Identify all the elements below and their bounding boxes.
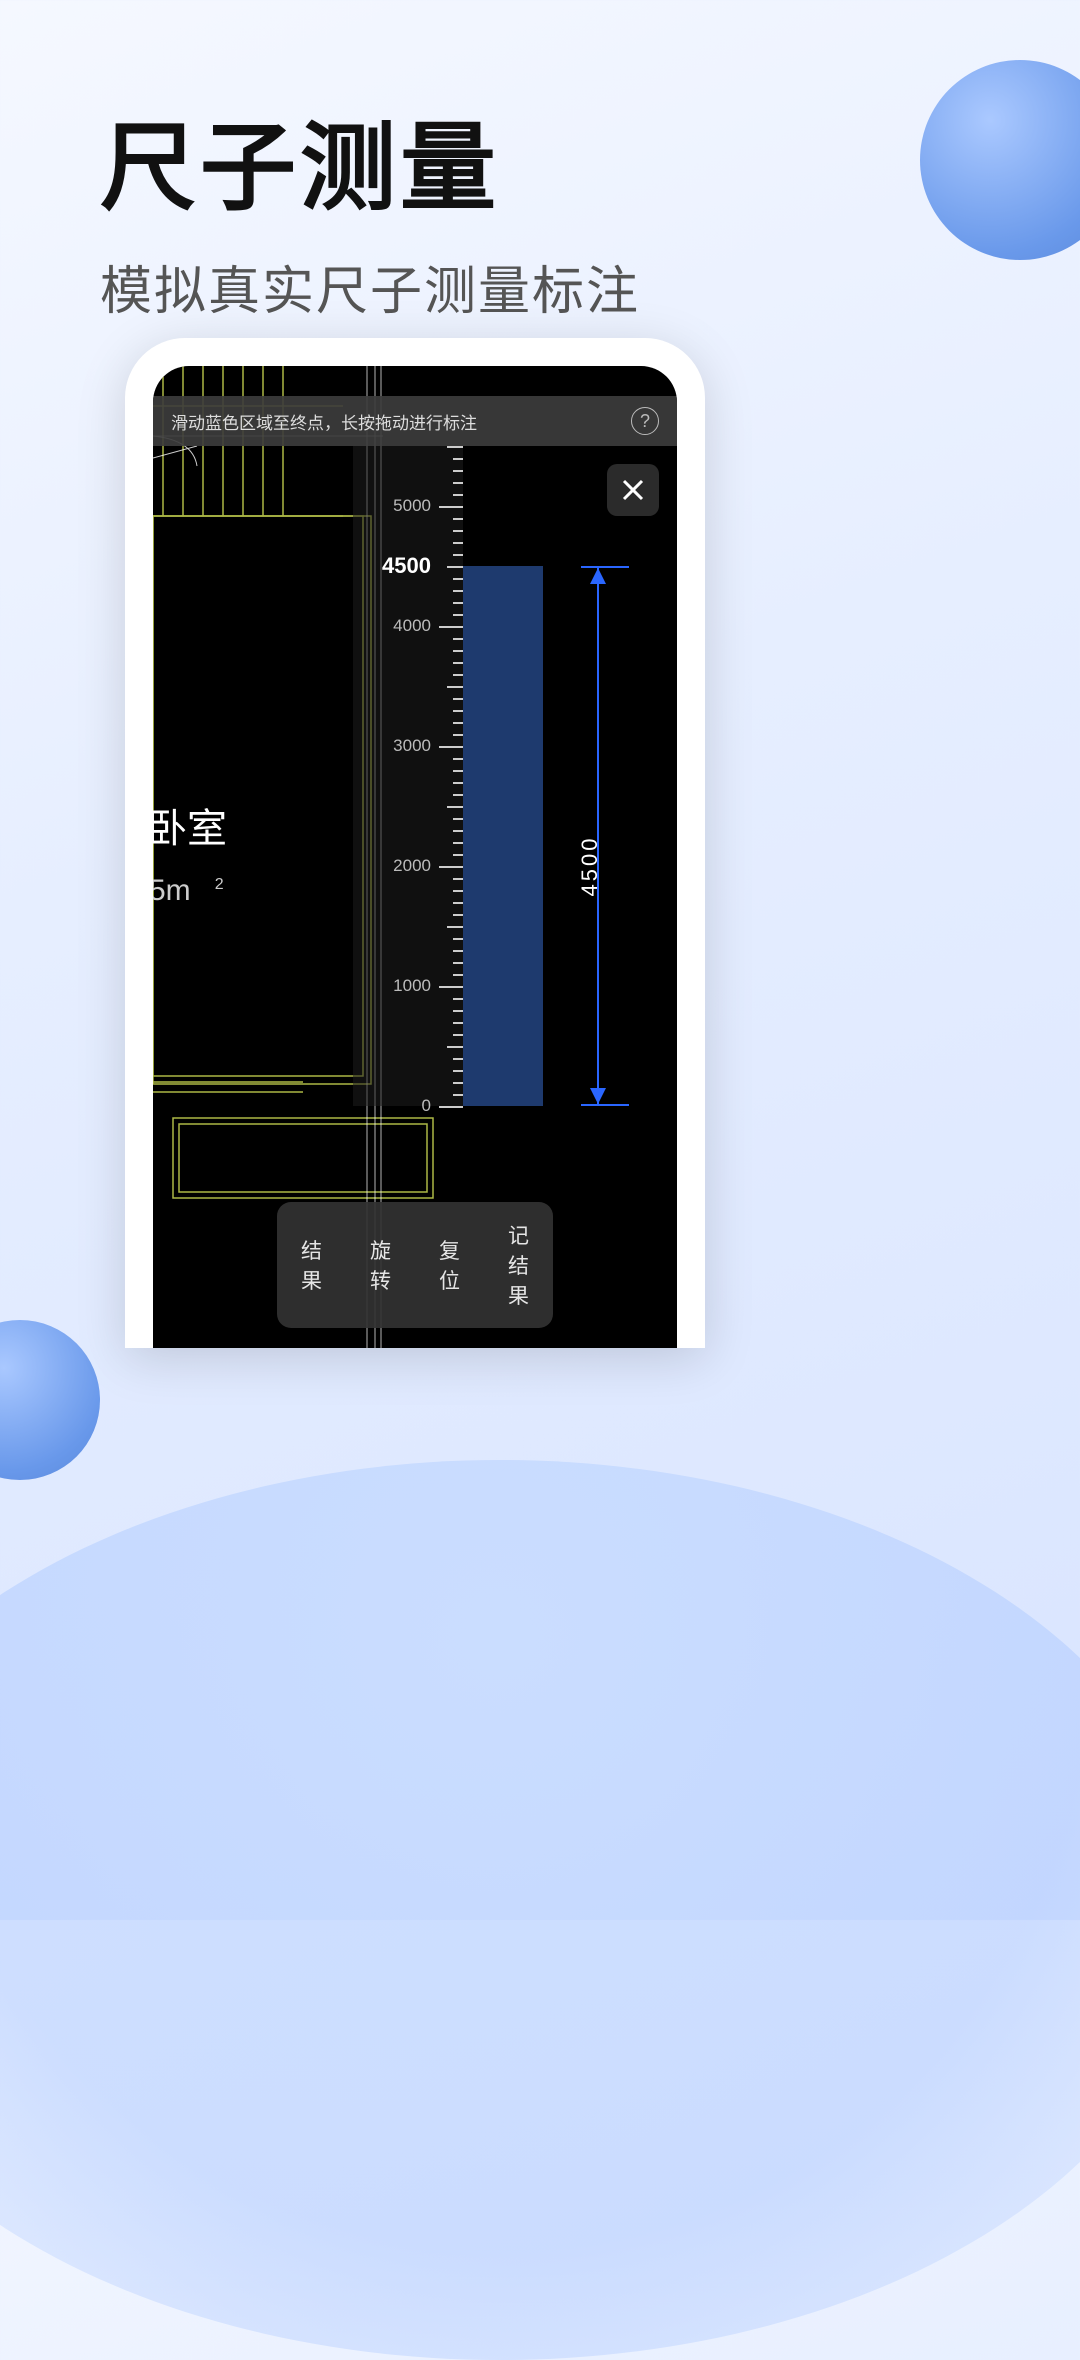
ruler-tick-label: 2000	[393, 856, 431, 876]
ruler[interactable]: 0100020003000400050004500 4500	[353, 446, 603, 1106]
page-title: 尺子测量	[100, 90, 640, 229]
arrow-down-icon	[590, 1088, 606, 1104]
help-icon[interactable]: ?	[631, 407, 659, 435]
hero: 尺子测量 模拟真实尺子测量标注	[100, 90, 640, 324]
ruler-tick-label: 4000	[393, 616, 431, 636]
rotate-button[interactable]: 旋转	[346, 1202, 415, 1328]
close-icon	[620, 477, 646, 503]
close-button[interactable]	[607, 464, 659, 516]
ruler-tick-label: 1000	[393, 976, 431, 996]
ruler-current-value: 4500	[382, 553, 431, 579]
instruction-bar: 滑动蓝色区域至终点，长按拖动进行标注 ?	[153, 396, 677, 446]
ruler-tick-label: 0	[422, 1096, 431, 1116]
ruler-scale[interactable]: 0100020003000400050004500	[353, 446, 463, 1106]
decorative-circle-bottom	[0, 1320, 100, 1480]
app-screen: 卧室 5m2 滑动蓝色区域至终点，长按拖动进行标注 ? 0 1000 2000 300…	[153, 366, 677, 1348]
dimension-value: 4500	[577, 836, 603, 897]
dimension-indicator: 4500	[583, 566, 613, 1106]
ruler-tick-label: 3000	[393, 736, 431, 756]
record-button[interactable]: 记结果	[484, 1202, 553, 1328]
room-label: 卧室	[153, 796, 227, 854]
room-area: 5m2	[153, 874, 224, 908]
decorative-ellipse	[0, 1460, 1080, 2360]
result-button[interactable]: 结果	[277, 1202, 346, 1328]
phone-frame: 卧室 5m2 滑动蓝色区域至终点，长按拖动进行标注 ? 0 1000 2000 300…	[125, 338, 705, 1348]
ruler-tick-label: 5000	[393, 496, 431, 516]
toolbar: 结果 旋转 复位 记结果	[277, 1202, 553, 1328]
page-subtitle: 模拟真实尺子测量标注	[100, 249, 640, 324]
instruction-text: 滑动蓝色区域至终点，长按拖动进行标注	[171, 409, 621, 434]
reset-button[interactable]: 复位	[415, 1202, 484, 1328]
ruler-selection[interactable]	[463, 566, 543, 1106]
decorative-circle-top	[920, 60, 1080, 260]
